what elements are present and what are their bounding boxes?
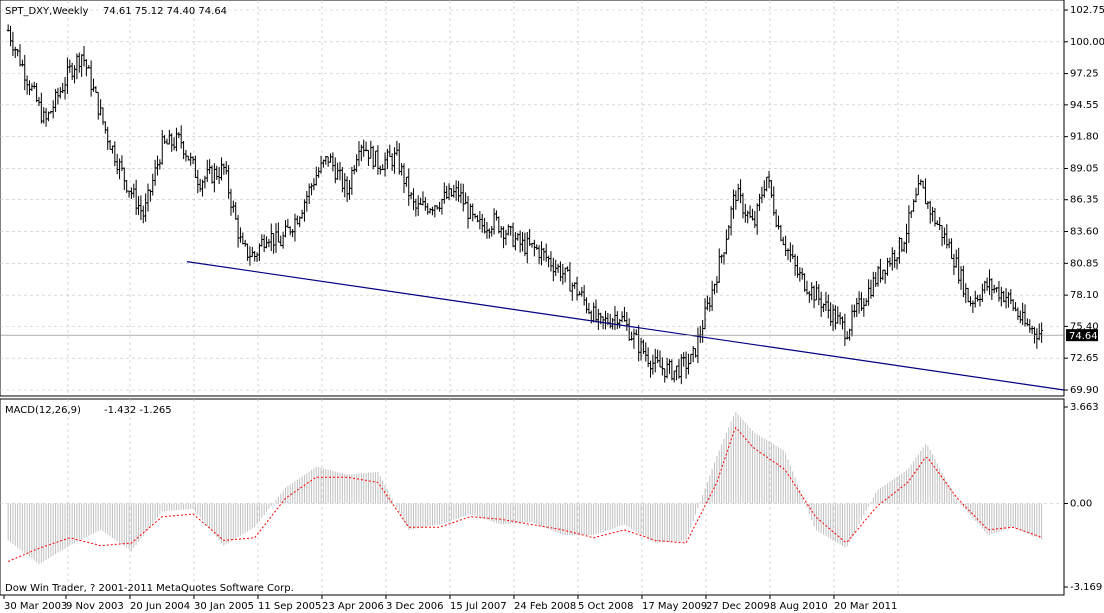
time-tick-label: 3 Dec 2006 <box>386 601 444 612</box>
price-tick-label: 97.25 <box>1070 69 1099 80</box>
macd-tick-label: -3.169 <box>1070 582 1102 593</box>
time-axis: 30 Mar 20039 Nov 2003 20 Jun 2004 30 Jan 2… <box>3 595 897 612</box>
current-price-label: 74.64 <box>1069 331 1098 342</box>
price-tick-label: 94.55 <box>1070 100 1099 111</box>
time-tick-label: 27 Dec 2009 <box>706 601 770 612</box>
price-tick-label: 69.90 <box>1070 385 1099 396</box>
time-tick-label: 24 Feb 2008 <box>514 601 576 612</box>
time-tick-label: 15 Jul 2007 <box>450 601 507 612</box>
symbol-title: SPT_DXY,Weekly <box>5 6 89 17</box>
macd-axis: 3.663 0.00 -3.169 <box>1064 402 1102 593</box>
copyright-footer: Dow Win Trader, ? 2001-2011 MetaQuotes S… <box>5 583 294 594</box>
time-tick-label: 30 Mar 2003 <box>4 601 67 612</box>
price-tick-label: 75.40 <box>1070 321 1099 332</box>
time-tick-label: 8 Aug 2010 <box>770 601 828 612</box>
time-tick-label: 20 Jun 2004 <box>130 601 190 612</box>
price-tick-label: 80.85 <box>1070 258 1099 269</box>
macd-indicator-name: MACD(12,26,9) <box>5 405 81 416</box>
price-tick-label: 72.65 <box>1070 353 1099 364</box>
price-tick-label: 83.60 <box>1070 227 1099 238</box>
macd-tick-label: 0.00 <box>1070 499 1092 510</box>
macd-tick-label: 3.663 <box>1070 402 1099 413</box>
price-tick-label: 102.75 <box>1070 5 1104 16</box>
price-tick-label: 78.10 <box>1070 290 1099 301</box>
chart-canvas: 74.64 102.75 100.00 97.25 94.55 91.80 89.05 86… <box>0 0 1104 612</box>
macd-signal-line <box>8 426 1042 562</box>
time-tick-label: 11 Sep 2005 <box>258 601 321 612</box>
time-tick-label: 20 Mar 2011 <box>834 601 897 612</box>
ohlc-values: 74.61 75.12 74.40 74.64 <box>103 6 227 17</box>
price-tick-label: 89.05 <box>1070 163 1099 174</box>
price-tick-label: 100.00 <box>1070 37 1104 48</box>
time-tick-label: 17 May 2009 <box>642 601 707 612</box>
main-chart-frame <box>0 0 1065 397</box>
time-tick-label: 5 Oct 2008 <box>578 601 633 612</box>
price-bars <box>6 24 1044 385</box>
time-tick-label: 30 Jan 2005 <box>194 601 254 612</box>
price-tick-label: 91.80 <box>1070 132 1099 143</box>
macd-histogram <box>7 411 1043 565</box>
time-tick-label: 23 Apr 2006 <box>322 601 384 612</box>
trendline[interactable] <box>186 261 1065 391</box>
macd-indicator-values: -1.432 -1.265 <box>104 405 172 416</box>
time-tick-label: 9 Nov 2003 <box>66 601 124 612</box>
price-tick-label: 86.35 <box>1070 195 1099 206</box>
